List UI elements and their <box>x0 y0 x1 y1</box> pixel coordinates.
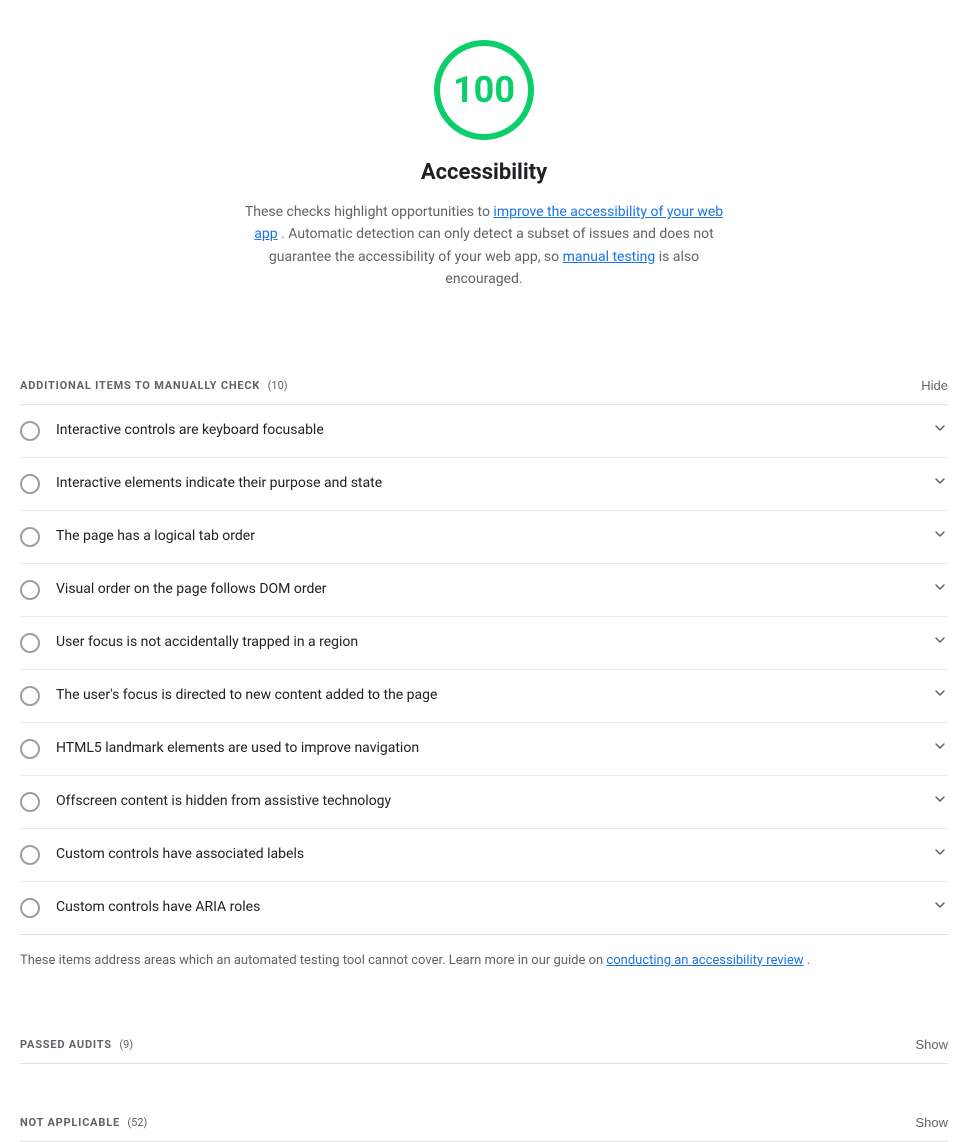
passed-audits-section: PASSED AUDITS (9) Show <box>20 1010 948 1064</box>
item-status-icon-4 <box>20 580 40 600</box>
page-title: Accessibility <box>421 156 547 189</box>
chevron-down-icon-10 <box>932 896 948 920</box>
score-circle: 100 <box>434 40 534 140</box>
manual-check-title: ADDITIONAL ITEMS TO MANUALLY CHECK <box>20 379 260 392</box>
manual-check-count: (10) <box>268 379 288 392</box>
chevron-down-icon-9 <box>932 843 948 867</box>
accessibility-review-link[interactable]: conducting an accessibility review <box>606 953 803 968</box>
passed-audits-count: (9) <box>119 1038 133 1051</box>
chevron-down-icon-7 <box>932 737 948 761</box>
item-status-icon-8 <box>20 792 40 812</box>
checklist-item-1[interactable]: Interactive controls are keyboard focusa… <box>20 405 948 458</box>
item-status-icon-10 <box>20 898 40 918</box>
score-section: 100 Accessibility These checks highlight… <box>20 0 948 311</box>
passed-title-group: PASSED AUDITS (9) <box>20 1034 133 1055</box>
chevron-down-icon-1 <box>932 419 948 443</box>
chevron-down-icon-8 <box>932 790 948 814</box>
item-label-7: HTML5 landmark elements are used to impr… <box>56 738 924 759</box>
score-value: 100 <box>453 63 515 117</box>
chevron-down-icon-2 <box>932 472 948 496</box>
item-label-6: The user's focus is directed to new cont… <box>56 685 924 706</box>
manual-check-note: These items address areas which an autom… <box>20 935 948 987</box>
chevron-down-icon-3 <box>932 525 948 549</box>
item-label-5: User focus is not accidentally trapped i… <box>56 632 924 653</box>
description-text-before-link1: These checks highlight opportunities to <box>245 204 494 220</box>
passed-audits-title: PASSED AUDITS <box>20 1038 112 1051</box>
checklist-item-10[interactable]: Custom controls have ARIA roles <box>20 882 948 934</box>
item-status-icon-1 <box>20 421 40 441</box>
chevron-down-icon-4 <box>932 578 948 602</box>
manual-check-toggle[interactable]: Hide <box>921 378 948 393</box>
manual-testing-link[interactable]: manual testing <box>563 249 656 265</box>
item-status-icon-9 <box>20 845 40 865</box>
item-label-2: Interactive elements indicate their purp… <box>56 473 924 494</box>
not-applicable-title: NOT APPLICABLE <box>20 1116 120 1129</box>
not-applicable-header: NOT APPLICABLE (52) Show <box>20 1088 948 1141</box>
item-label-4: Visual order on the page follows DOM ord… <box>56 579 924 600</box>
score-description: These checks highlight opportunities to … <box>234 201 734 291</box>
item-label-8: Offscreen content is hidden from assisti… <box>56 791 924 812</box>
manual-check-section-header: ADDITIONAL ITEMS TO MANUALLY CHECK (10) … <box>20 351 948 405</box>
checklist-item-5[interactable]: User focus is not accidentally trapped i… <box>20 617 948 670</box>
checklist-item-7[interactable]: HTML5 landmark elements are used to impr… <box>20 723 948 776</box>
checklist-item-8[interactable]: Offscreen content is hidden from assisti… <box>20 776 948 829</box>
checklist-item-2[interactable]: Interactive elements indicate their purp… <box>20 458 948 511</box>
item-status-icon-6 <box>20 686 40 706</box>
passed-audits-toggle[interactable]: Show <box>915 1037 948 1052</box>
note-text-after: . <box>807 953 810 968</box>
item-status-icon-7 <box>20 739 40 759</box>
manual-check-title-group: ADDITIONAL ITEMS TO MANUALLY CHECK (10) <box>20 375 288 396</box>
checklist-item-6[interactable]: The user's focus is directed to new cont… <box>20 670 948 723</box>
not-applicable-count: (52) <box>127 1116 147 1129</box>
checklist-item-4[interactable]: Visual order on the page follows DOM ord… <box>20 564 948 617</box>
checklist: Interactive controls are keyboard focusa… <box>20 405 948 935</box>
item-label-9: Custom controls have associated labels <box>56 844 924 865</box>
page-container: 100 Accessibility These checks highlight… <box>0 0 968 1142</box>
not-applicable-toggle[interactable]: Show <box>915 1115 948 1130</box>
checklist-item-3[interactable]: The page has a logical tab order <box>20 511 948 564</box>
item-label-1: Interactive controls are keyboard focusa… <box>56 420 924 441</box>
chevron-down-icon-6 <box>932 684 948 708</box>
not-applicable-title-group: NOT APPLICABLE (52) <box>20 1112 147 1133</box>
note-text-before: These items address areas which an autom… <box>20 953 606 968</box>
passed-audits-header: PASSED AUDITS (9) Show <box>20 1010 948 1063</box>
item-label-3: The page has a logical tab order <box>56 526 924 547</box>
item-status-icon-5 <box>20 633 40 653</box>
chevron-down-icon-5 <box>932 631 948 655</box>
checklist-item-9[interactable]: Custom controls have associated labels <box>20 829 948 882</box>
item-status-icon-3 <box>20 527 40 547</box>
not-applicable-section: NOT APPLICABLE (52) Show <box>20 1088 948 1142</box>
item-label-10: Custom controls have ARIA roles <box>56 897 924 918</box>
item-status-icon-2 <box>20 474 40 494</box>
